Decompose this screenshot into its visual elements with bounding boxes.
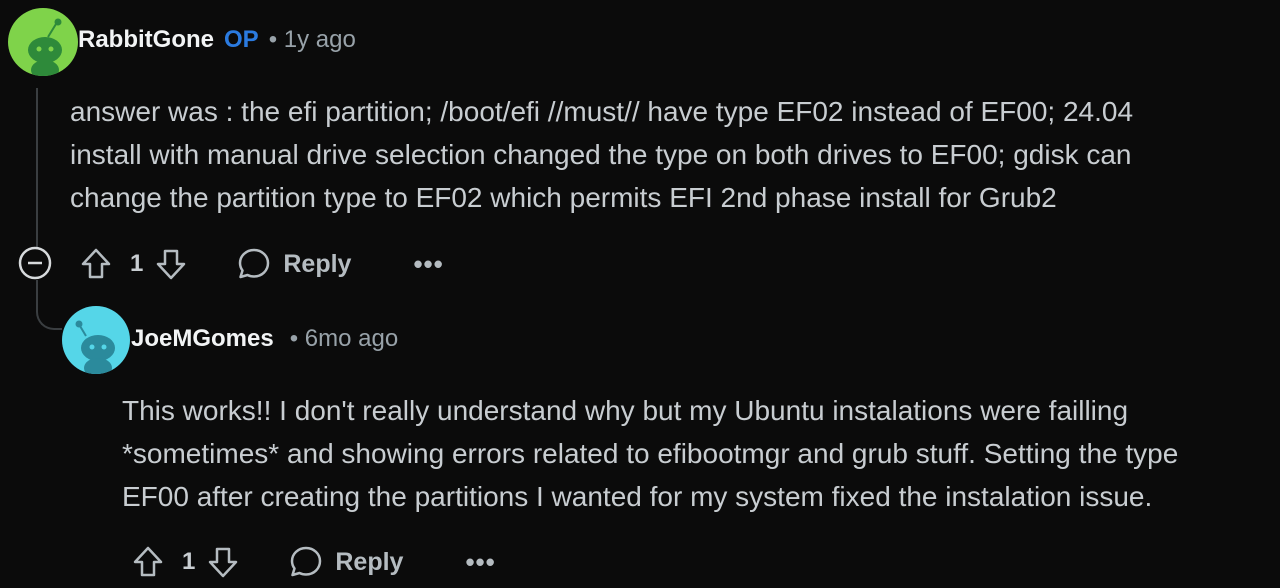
reply-label: Reply — [283, 249, 352, 278]
timestamp[interactable]: • 1y ago — [269, 26, 356, 54]
comment-line: This works!! I don't really understand w… — [122, 395, 1129, 426]
upvote-arrow-icon — [81, 248, 111, 279]
reply-label: Reply — [335, 547, 404, 576]
comment-body: This works!! I don't really understand w… — [122, 389, 1272, 518]
snoo-avatar-icon — [28, 18, 62, 76]
snoo-avatar-icon — [75, 320, 115, 374]
vote-count: 1 — [130, 250, 144, 277]
upvote-button[interactable] — [130, 544, 166, 580]
reply-button[interactable]: Reply — [289, 545, 403, 579]
comment-actions: 1 Reply ••• — [78, 245, 444, 283]
comment-line: install with manual drive selection chan… — [70, 139, 1132, 170]
comment-line: answer was : the efi partition; /boot/ef… — [70, 96, 1134, 127]
downvote-arrow-icon — [157, 249, 186, 280]
comment-line: *sometimes* and showing errors related t… — [122, 438, 1179, 469]
upvote-arrow-icon — [133, 546, 163, 577]
comment-line: change the partition type to EF02 which … — [70, 182, 1057, 213]
downvote-arrow-icon — [209, 547, 238, 578]
avatar[interactable] — [62, 306, 130, 374]
author-name[interactable]: RabbitGone — [78, 26, 214, 54]
thread-connector — [36, 280, 62, 330]
comment-actions: 1 Reply ••• — [130, 543, 496, 581]
more-options-icon[interactable]: ••• — [413, 249, 443, 280]
more-options-icon[interactable]: ••• — [465, 547, 495, 578]
collapse-icon — [18, 246, 52, 280]
reply-button[interactable]: Reply — [237, 247, 351, 281]
comment-line: EF00 after creating the partitions I wan… — [122, 481, 1153, 512]
op-badge: OP — [224, 26, 259, 53]
upvote-button[interactable] — [78, 246, 114, 282]
avatar[interactable] — [8, 8, 78, 76]
author-name[interactable]: JoeMGomes — [131, 325, 274, 353]
downvote-button[interactable] — [153, 246, 189, 282]
vote-count: 1 — [182, 548, 196, 575]
comment-body: answer was : the efi partition; /boot/ef… — [70, 90, 1270, 219]
thread-line — [36, 88, 38, 248]
speech-bubble-icon — [291, 546, 322, 577]
comment-header: RabbitGone OP • 1y ago — [78, 26, 356, 54]
collapse-button[interactable] — [18, 246, 52, 280]
downvote-button[interactable] — [205, 544, 241, 580]
speech-bubble-icon — [239, 248, 270, 279]
timestamp[interactable]: • 6mo ago — [290, 325, 398, 353]
comment-header: JoeMGomes • 6mo ago — [131, 325, 398, 353]
